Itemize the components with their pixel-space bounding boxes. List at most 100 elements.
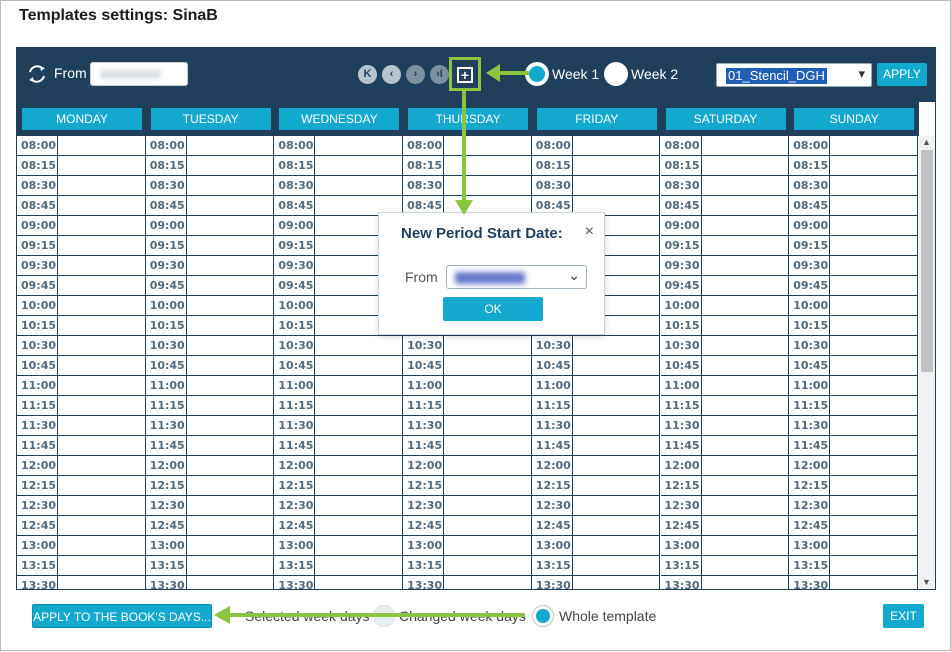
- time-slot[interactable]: 13:00: [17, 536, 146, 556]
- time-slot[interactable]: 08:30: [274, 176, 404, 196]
- time-slot[interactable]: 09:15: [789, 236, 918, 256]
- time-slot[interactable]: 12:15: [789, 476, 918, 496]
- time-slot[interactable]: 08:15: [789, 156, 918, 176]
- time-slot[interactable]: 11:00: [531, 376, 661, 396]
- time-slot[interactable]: 12:30: [531, 496, 661, 516]
- time-slot[interactable]: 12:00: [403, 456, 532, 476]
- time-slot[interactable]: 11:45: [789, 436, 918, 456]
- time-slot[interactable]: 13:30: [17, 576, 146, 589]
- grid-scrollbar[interactable]: ▲ ▼: [919, 136, 935, 588]
- apply-to-books-days-button[interactable]: APPLY TO THE BOOK'S DAYS...: [32, 604, 212, 628]
- time-slot[interactable]: 12:30: [789, 496, 918, 516]
- time-slot[interactable]: 10:45: [403, 356, 532, 376]
- time-slot[interactable]: 12:45: [274, 516, 404, 536]
- time-slot[interactable]: 13:00: [403, 536, 532, 556]
- time-slot[interactable]: 10:30: [531, 336, 661, 356]
- last-page-icon[interactable]: ›I: [430, 65, 449, 84]
- time-slot[interactable]: 12:15: [660, 476, 790, 496]
- time-slot[interactable]: 09:15: [660, 236, 790, 256]
- time-slot[interactable]: 08:00: [17, 136, 146, 156]
- scroll-thumb[interactable]: [921, 150, 933, 372]
- time-slot[interactable]: 09:15: [145, 236, 275, 256]
- time-slot[interactable]: 13:30: [146, 576, 275, 589]
- time-slot[interactable]: 08:45: [17, 196, 146, 216]
- time-slot[interactable]: 13:30: [661, 576, 790, 589]
- time-slot[interactable]: 11:45: [17, 436, 146, 456]
- time-slot[interactable]: 11:00: [403, 376, 532, 396]
- time-slot[interactable]: 13:15: [531, 556, 661, 576]
- time-slot[interactable]: 08:30: [531, 176, 661, 196]
- time-slot[interactable]: 12:45: [17, 516, 146, 536]
- time-slot[interactable]: 11:45: [403, 436, 532, 456]
- time-slot[interactable]: 12:45: [403, 516, 532, 536]
- time-slot[interactable]: 13:30: [403, 576, 532, 589]
- time-slot[interactable]: 10:30: [17, 336, 146, 356]
- time-slot[interactable]: 12:30: [403, 496, 532, 516]
- time-slot[interactable]: 12:15: [17, 476, 146, 496]
- time-slot[interactable]: 10:15: [789, 316, 918, 336]
- time-slot[interactable]: 12:15: [274, 476, 404, 496]
- time-slot[interactable]: 11:15: [17, 396, 146, 416]
- time-slot[interactable]: 10:15: [660, 316, 790, 336]
- time-slot[interactable]: 09:00: [660, 216, 790, 236]
- week2-radio[interactable]: [604, 62, 628, 86]
- time-slot[interactable]: 10:45: [17, 356, 146, 376]
- add-period-button[interactable]: +: [449, 57, 481, 91]
- time-slot[interactable]: 08:15: [145, 156, 275, 176]
- time-slot[interactable]: 08:30: [403, 176, 532, 196]
- time-slot[interactable]: 09:45: [145, 276, 275, 296]
- stencil-select[interactable]: 01_Stencil_DGH ▾: [716, 63, 872, 87]
- time-slot[interactable]: 10:00: [660, 296, 790, 316]
- first-page-icon[interactable]: K: [358, 65, 377, 84]
- time-slot[interactable]: 08:00: [403, 136, 532, 156]
- modal-from-select[interactable]: ⌄: [446, 265, 587, 289]
- ok-button[interactable]: OK: [443, 297, 543, 321]
- time-slot[interactable]: 08:00: [145, 136, 275, 156]
- time-slot[interactable]: 13:15: [789, 556, 918, 576]
- time-slot[interactable]: 11:30: [403, 416, 532, 436]
- time-slot[interactable]: 11:30: [145, 416, 275, 436]
- time-slot[interactable]: 11:15: [274, 396, 404, 416]
- next-page-icon[interactable]: ›: [406, 65, 425, 84]
- time-slot[interactable]: 08:30: [789, 176, 918, 196]
- time-slot[interactable]: 09:30: [17, 256, 146, 276]
- whole-template-radio[interactable]: [532, 605, 554, 627]
- previous-page-icon[interactable]: ‹: [382, 65, 401, 84]
- time-slot[interactable]: 10:15: [17, 316, 146, 336]
- time-slot[interactable]: 13:30: [274, 576, 404, 589]
- time-slot[interactable]: 08:30: [660, 176, 790, 196]
- time-slot[interactable]: 12:00: [789, 456, 918, 476]
- time-slot[interactable]: 11:15: [145, 396, 275, 416]
- time-slot[interactable]: 13:00: [274, 536, 404, 556]
- time-slot[interactable]: 08:15: [531, 156, 661, 176]
- time-slot[interactable]: 10:00: [145, 296, 275, 316]
- exit-button[interactable]: EXIT: [883, 604, 924, 628]
- time-slot[interactable]: 08:45: [789, 196, 918, 216]
- time-slot[interactable]: 08:30: [145, 176, 275, 196]
- time-slot[interactable]: 12:45: [660, 516, 790, 536]
- time-slot[interactable]: 12:15: [403, 476, 532, 496]
- scroll-down-icon[interactable]: ▼: [922, 577, 931, 587]
- time-slot[interactable]: 10:15: [145, 316, 275, 336]
- time-slot[interactable]: 12:30: [660, 496, 790, 516]
- time-slot[interactable]: 12:45: [789, 516, 918, 536]
- time-slot[interactable]: 11:30: [789, 416, 918, 436]
- time-slot[interactable]: 11:45: [145, 436, 275, 456]
- time-slot[interactable]: 08:30: [17, 176, 146, 196]
- week1-radio[interactable]: [525, 62, 549, 86]
- time-slot[interactable]: 13:00: [789, 536, 918, 556]
- time-slot[interactable]: 08:00: [660, 136, 790, 156]
- time-slot[interactable]: 13:00: [145, 536, 275, 556]
- time-slot[interactable]: 11:45: [660, 436, 790, 456]
- time-slot[interactable]: 11:45: [531, 436, 661, 456]
- time-slot[interactable]: 10:30: [789, 336, 918, 356]
- time-slot[interactable]: 12:00: [17, 456, 146, 476]
- time-slot[interactable]: 08:15: [274, 156, 404, 176]
- time-slot[interactable]: 11:45: [274, 436, 404, 456]
- time-slot[interactable]: 12:45: [531, 516, 661, 536]
- time-slot[interactable]: 12:00: [531, 456, 661, 476]
- time-slot[interactable]: 11:15: [789, 396, 918, 416]
- time-slot[interactable]: 09:30: [789, 256, 918, 276]
- changed-week-days-radio[interactable]: [373, 605, 395, 627]
- time-slot[interactable]: 11:15: [531, 396, 661, 416]
